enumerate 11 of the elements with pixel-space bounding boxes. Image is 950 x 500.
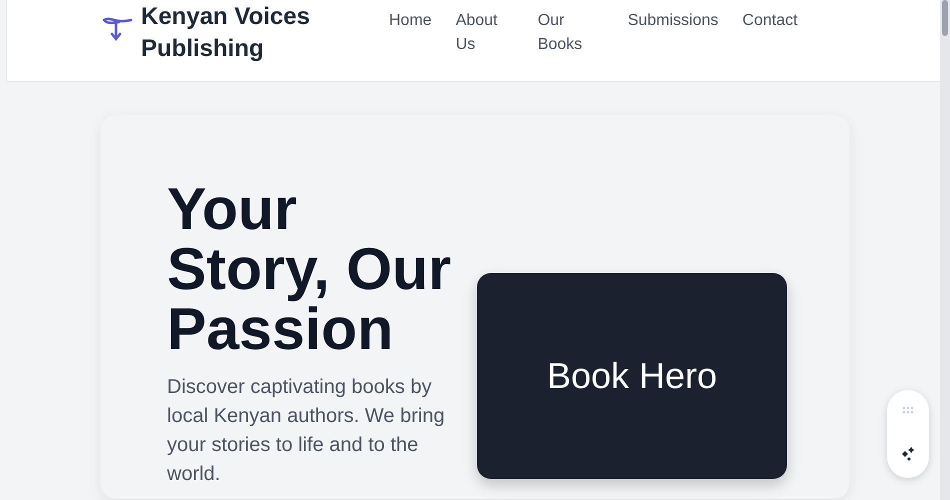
nav-link[interactable]: Our Books [538,9,604,57]
image-label: Book Hero [546,355,718,397]
hero-text: Discover captivating books by local Kenyan authors. We bring your stories to life and to the world. [167,375,446,487]
grip-icon[interactable] [902,406,914,414]
nav-link[interactable]: Contact [742,9,798,57]
nav-link[interactable]: Home [389,9,432,57]
nav-link[interactable]: Submissions [628,9,718,57]
nav-link[interactable]: About Us [456,9,514,57]
sparkle-icon[interactable] [900,446,916,462]
hero-heading: Your Story, Our Passion [167,179,452,359]
brand-name[interactable]: Kenyan Voices Publishing [141,1,341,65]
